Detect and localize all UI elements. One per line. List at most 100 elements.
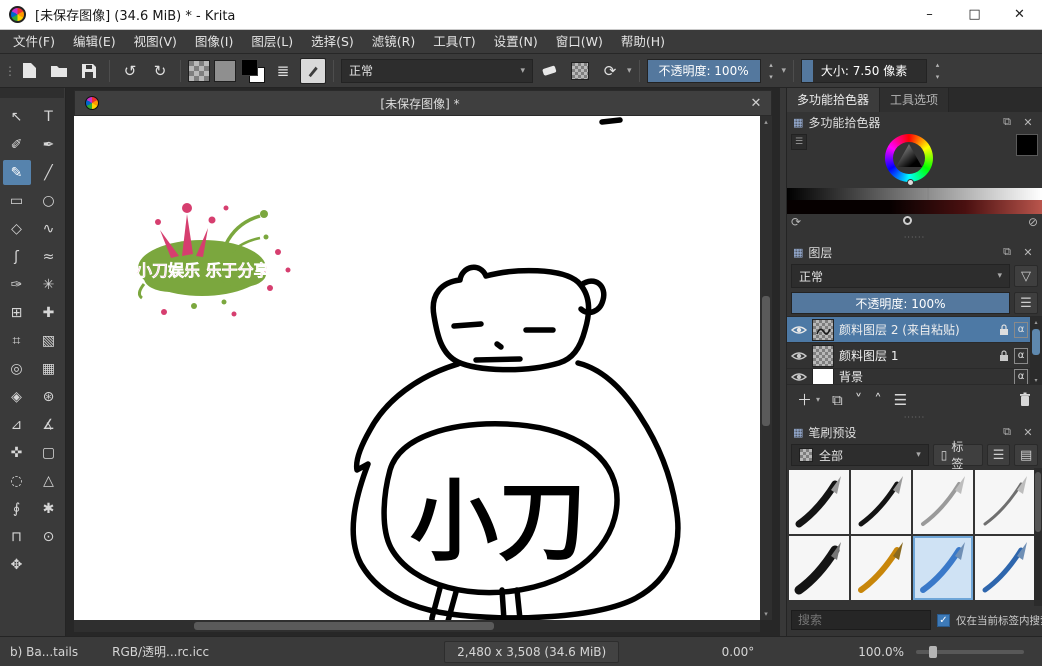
assistants-tool[interactable]: ⊿ (3, 412, 31, 437)
move-layer-up-button[interactable]: ˄ (874, 391, 882, 409)
redo-button[interactable]: ↻ (147, 58, 173, 84)
delete-layer-button[interactable] (1018, 392, 1032, 407)
gradient-tool[interactable]: ▧ (35, 328, 63, 353)
brush-editor-button[interactable] (300, 58, 326, 84)
document-tabbar[interactable]: [未保存图像] * ✕ (74, 90, 772, 116)
close-docker-icon[interactable]: ✕ (1020, 246, 1036, 259)
new-document-button[interactable] (16, 58, 42, 84)
menu-tools[interactable]: 工具(T) (424, 30, 484, 54)
layer-row-paint-2[interactable]: 颜料图层 2 (来自粘贴) α (787, 317, 1042, 343)
layer-blend-mode-select[interactable]: 正常 ▾ (791, 264, 1010, 288)
scroll-up-icon[interactable]: ▴ (760, 116, 772, 128)
shade-handle[interactable] (903, 216, 912, 225)
scrollbar-thumb[interactable] (1032, 329, 1040, 355)
tab-tool-options[interactable]: 工具选项 (880, 88, 949, 112)
opacity-slider[interactable]: 不透明度: 100% (647, 59, 761, 83)
rectangle-tool[interactable]: ▭ (3, 188, 31, 213)
scope-checkbox[interactable]: ✓ (937, 614, 950, 627)
magnetic-select-tool[interactable]: ⊓ (3, 524, 31, 549)
value-gradient-strip[interactable] (787, 188, 1042, 200)
float-docker-icon[interactable]: ⧉ (999, 245, 1015, 259)
statusbar-zoom-value[interactable]: 100.0% (858, 645, 904, 659)
zoom-tool[interactable]: ⊙ (35, 524, 63, 549)
close-docker-icon[interactable]: ✕ (1020, 116, 1036, 129)
pattern-edit-tool[interactable]: ▦ (35, 356, 63, 381)
menu-image[interactable]: 图像(I) (186, 30, 242, 54)
menu-select[interactable]: 选择(S) (302, 30, 363, 54)
zoom-slider[interactable] (916, 650, 1024, 654)
brush-size-spinner[interactable]: ▴ ▾ (931, 59, 944, 83)
pattern-chooser[interactable] (214, 60, 236, 82)
layer-list-scrollbar[interactable]: ▴ ▾ (1030, 317, 1042, 385)
layer-options-menu-button[interactable]: ☰ (1014, 292, 1038, 314)
text-tool[interactable]: T (35, 104, 63, 129)
polygon-select-tool[interactable]: △ (35, 468, 63, 493)
line-tool[interactable]: ╱ (35, 160, 63, 185)
brush-preset[interactable] (789, 470, 849, 534)
preset-grid-scrollbar[interactable] (1034, 468, 1042, 606)
edit-shapes-tool[interactable]: ✐ (3, 132, 31, 157)
similar-select-tool[interactable]: ✱ (35, 496, 63, 521)
ellipse-tool[interactable]: ○ (35, 188, 63, 213)
toolbar-grip[interactable]: ⋮ (4, 64, 12, 78)
add-layer-button[interactable]: ＋ (797, 389, 812, 410)
scroll-down-icon[interactable]: ▾ (760, 608, 772, 620)
float-docker-icon[interactable]: ⧉ (999, 425, 1015, 439)
spin-up-icon[interactable]: ▴ (931, 59, 944, 71)
canvas-vertical-scrollbar[interactable]: ▴ ▾ (760, 116, 772, 620)
ellipse-select-tool[interactable]: ◌ (3, 468, 31, 493)
menu-filter[interactable]: 滤镜(R) (363, 30, 424, 54)
toolbox-header[interactable] (0, 88, 64, 98)
zoom-slider-thumb[interactable] (929, 646, 937, 658)
tags-button[interactable]: ▯ 标签 (933, 444, 983, 466)
enclose-fill-tool[interactable]: ⊛ (35, 384, 63, 409)
statusbar-canvas-size-button[interactable]: 2,480 x 3,508 (34.6 MiB) (444, 641, 619, 663)
brush-preset-selected[interactable] (913, 536, 973, 600)
reference-images-tool[interactable]: ✜ (3, 440, 31, 465)
menu-view[interactable]: 视图(V) (125, 30, 186, 54)
menu-layer[interactable]: 图层(L) (242, 30, 302, 54)
opacity-spinner[interactable]: ▴ ▾ (765, 59, 778, 83)
visibility-eye-icon[interactable] (791, 350, 807, 362)
add-layer-caret-icon[interactable]: ▾ (816, 395, 820, 404)
close-docker-icon[interactable]: ✕ (1020, 426, 1036, 439)
tab-advanced-color-selector[interactable]: 多功能拾色器 (787, 88, 880, 112)
alpha-lock-icon[interactable]: α (1014, 369, 1028, 385)
preset-display-menu-button[interactable]: ☰ (987, 444, 1011, 466)
visibility-eye-icon[interactable] (791, 324, 807, 336)
refresh-icon[interactable]: ⟳ (791, 215, 801, 229)
rect-select-tool[interactable]: ▢ (35, 440, 63, 465)
duplicate-layer-button[interactable]: ⧉ (832, 391, 843, 409)
eraser-mode-button[interactable] (537, 58, 563, 84)
layer-filter-button[interactable]: ▽ (1014, 265, 1038, 287)
calligraphy-tool[interactable]: ✒ (35, 132, 63, 157)
undo-button[interactable]: ↺ (117, 58, 143, 84)
color-docker-header[interactable]: ▦ 多功能拾色器 ⧉ ✕ (787, 112, 1042, 132)
freehand-select-tool[interactable]: ∮ (3, 496, 31, 521)
lock-icon[interactable] (999, 324, 1009, 336)
layer-properties-button[interactable]: ☰ (894, 391, 907, 409)
layer-row-paint-1[interactable]: 颜料图层 1 α (787, 343, 1042, 369)
no-color-icon[interactable]: ⊘ (1028, 215, 1038, 229)
move-tool[interactable]: ✚ (35, 300, 63, 325)
menu-help[interactable]: 帮助(H) (612, 30, 674, 54)
float-docker-icon[interactable]: ⧉ (999, 115, 1015, 129)
scroll-up-icon[interactable]: ▴ (1030, 317, 1042, 327)
scroll-down-icon[interactable]: ▾ (1030, 375, 1042, 385)
chevron-down-icon[interactable]: ▾ (782, 66, 787, 76)
preserve-alpha-button[interactable] (567, 58, 593, 84)
gradient-editor-button[interactable]: ≣ (270, 58, 296, 84)
polygon-tool[interactable]: ◇ (3, 216, 31, 241)
layers-docker-header[interactable]: ▦ 图层 ⧉ ✕ (787, 242, 1042, 262)
selector-settings-icon[interactable]: ☰ (791, 134, 807, 150)
pan-tool[interactable]: ✥ (3, 552, 31, 577)
multibrush-tool[interactable]: ✳ (35, 272, 63, 297)
alpha-lock-icon[interactable]: α (1014, 348, 1028, 364)
scrollbar-thumb[interactable] (1035, 472, 1041, 532)
brush-preset[interactable] (975, 470, 1035, 534)
alpha-lock-icon[interactable]: α (1014, 322, 1028, 338)
brush-preset[interactable] (913, 470, 973, 534)
preset-search-input[interactable] (791, 610, 931, 630)
menu-edit[interactable]: 编辑(E) (64, 30, 125, 54)
lock-icon[interactable] (999, 350, 1009, 362)
